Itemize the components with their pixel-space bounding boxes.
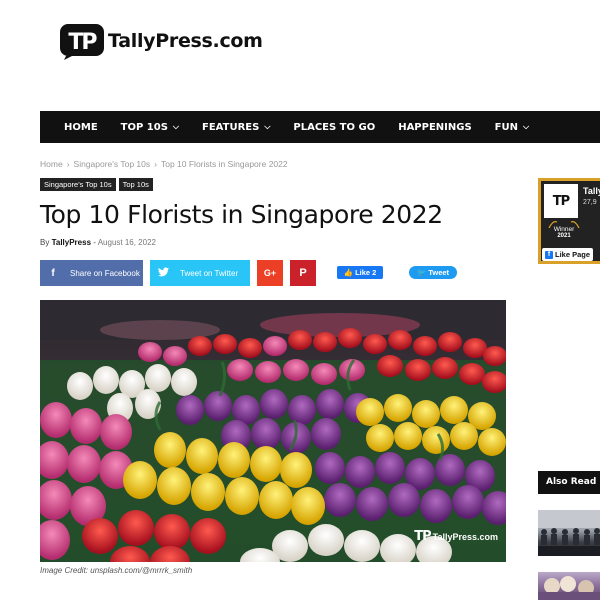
author-link[interactable]: TallyPress (52, 238, 91, 247)
twitter-icon (150, 266, 176, 280)
tag-singapores-top-10s[interactable]: Singapore's Top 10s (40, 178, 116, 191)
facebook-like-button[interactable]: 👍 Like 2 (337, 266, 383, 279)
nav-item-top-10s[interactable]: TOP 10S ⌵ (121, 122, 179, 133)
share-google-plus-button[interactable]: G+ (257, 260, 283, 286)
share-twitter-button[interactable]: Tweet on Twitter (150, 260, 250, 286)
facebook-icon: f (51, 267, 55, 279)
article-tags: Singapore's Top 10s Top 10s (40, 178, 156, 191)
nav-item-home[interactable]: HOME (64, 122, 98, 133)
like-page-button[interactable]: f Like Page (542, 248, 594, 261)
breadcrumb-separator: › (154, 159, 157, 169)
tweet-button[interactable]: 🐦 Tweet (409, 266, 457, 279)
google-plus-icon: G+ (263, 268, 277, 278)
also-read-heading: Also Read (538, 471, 600, 493)
facebook-page-followers: 27,9 (583, 199, 597, 206)
site-name: TallyPress.com (108, 30, 263, 52)
svg-text:TP: TP (68, 30, 97, 55)
pinterest-icon: P (299, 267, 307, 279)
nav-item-features[interactable]: FEATURES ⌵ (202, 122, 270, 133)
site-logo[interactable]: TP TallyPress.com (58, 22, 263, 60)
nav-item-places-to-go[interactable]: PLACES TO GO (293, 122, 375, 133)
page-title: Top 10 Florists in Singapore 2022 (40, 200, 443, 229)
breadcrumb-separator: › (66, 159, 70, 169)
tp-logo-icon: TP (58, 22, 106, 60)
also-read-thumbnail[interactable] (538, 510, 600, 556)
nav-item-fun[interactable]: FUN ⌵ (495, 122, 529, 133)
breadcrumb: Home › Singapore's Top 10s › Top 10 Florists… (40, 159, 288, 169)
tallypress-watermark: TP TallyPress.com (414, 529, 498, 544)
image-credit: Image Credit: unsplash.com/@mrrrk_smith (40, 566, 193, 575)
byline: By TallyPress - August 16, 2022 (40, 238, 156, 247)
main-nav: HOME TOP 10S ⌵ FEATURES ⌵ PLACES TO GO HAP… (40, 111, 600, 143)
facebook-page-name[interactable]: Tally (583, 186, 600, 196)
nav-item-happenings[interactable]: HAPPENINGS (398, 122, 471, 133)
divider (538, 493, 600, 494)
facebook-icon: f (545, 250, 553, 259)
chevron-down-icon: ⌵ (172, 122, 179, 131)
chevron-down-icon: ⌵ (523, 122, 530, 131)
also-read-thumbnail[interactable] (538, 572, 600, 600)
share-pinterest-button[interactable]: P (290, 260, 316, 286)
share-facebook-button[interactable]: f Share on Facebook (40, 260, 143, 286)
chevron-down-icon: ⌵ (264, 122, 271, 131)
winner-badge: Winner 2021 (545, 220, 583, 248)
tp-logo-icon: TP (414, 529, 431, 544)
breadcrumb-home[interactable]: Home (40, 159, 63, 169)
publish-date: August 16, 2022 (97, 238, 156, 247)
breadcrumb-category[interactable]: Singapore's Top 10s (74, 159, 151, 169)
tag-top-10s[interactable]: Top 10s (118, 178, 153, 191)
facebook-page-widget[interactable]: TP Tally 27,9 Winner 2021 f Like Page (538, 178, 600, 264)
facebook-page-avatar[interactable]: TP (544, 184, 578, 218)
breadcrumb-current: Top 10 Florists in Singapore 2022 (160, 159, 288, 169)
hero-image-tulips: TP TallyPress.com (40, 300, 506, 562)
